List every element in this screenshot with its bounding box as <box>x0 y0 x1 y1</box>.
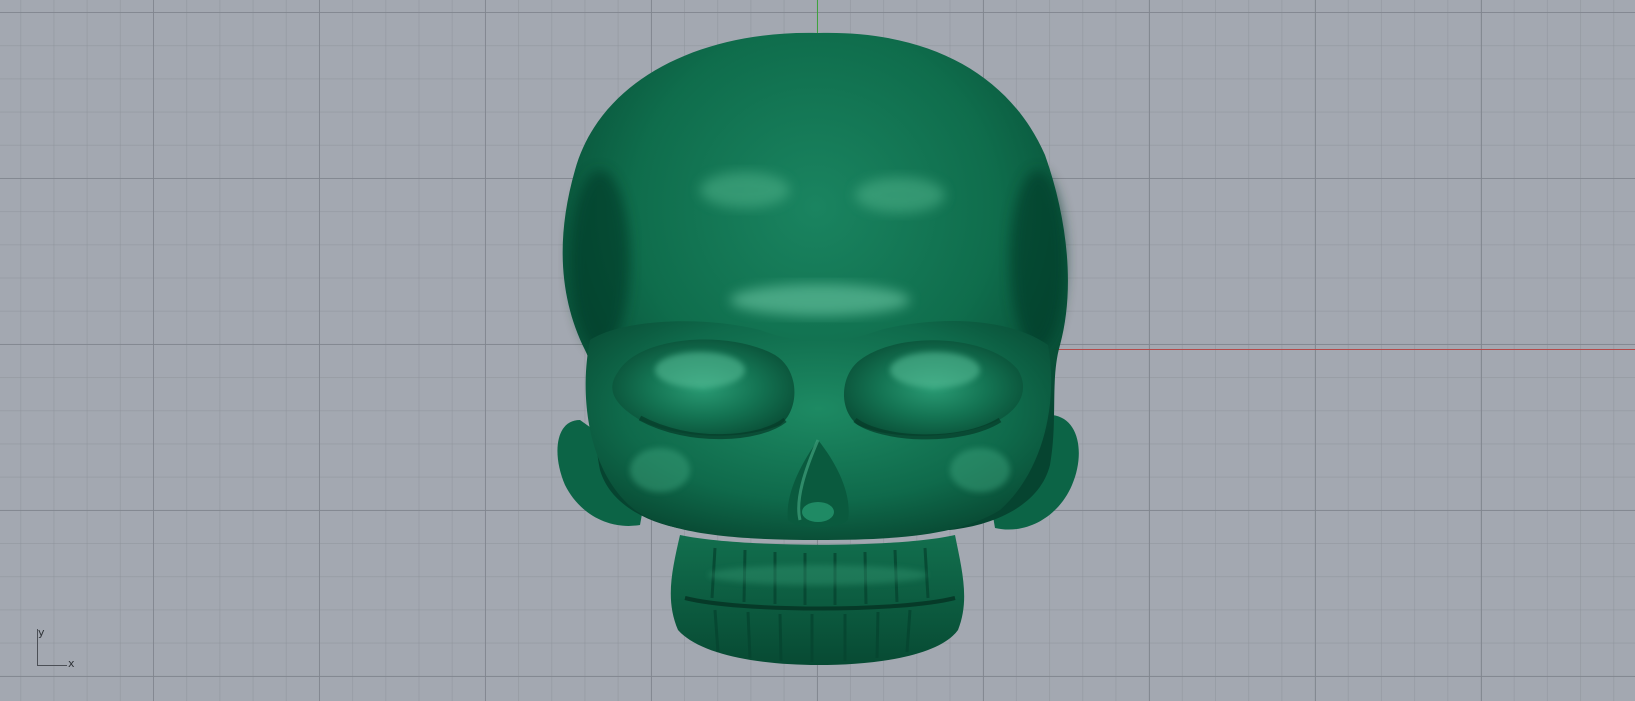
axis-label-x: x <box>68 657 75 670</box>
left-eye-highlight <box>655 352 745 388</box>
nose-tip <box>802 502 834 522</box>
axis-indicator-x-line <box>37 665 67 666</box>
brow-highlight <box>730 284 910 316</box>
perspective-viewport[interactable]: y x <box>0 0 1635 701</box>
forehead-highlight-left <box>700 172 790 208</box>
temple-shadow-left <box>570 170 630 350</box>
skull-model[interactable] <box>0 0 1635 701</box>
temple-shadow-right <box>1010 170 1066 350</box>
right-eye-highlight <box>890 352 980 388</box>
forehead-highlight-right <box>855 177 945 213</box>
axis-label-y: y <box>38 626 45 639</box>
world-axes-indicator: y x <box>34 625 82 670</box>
